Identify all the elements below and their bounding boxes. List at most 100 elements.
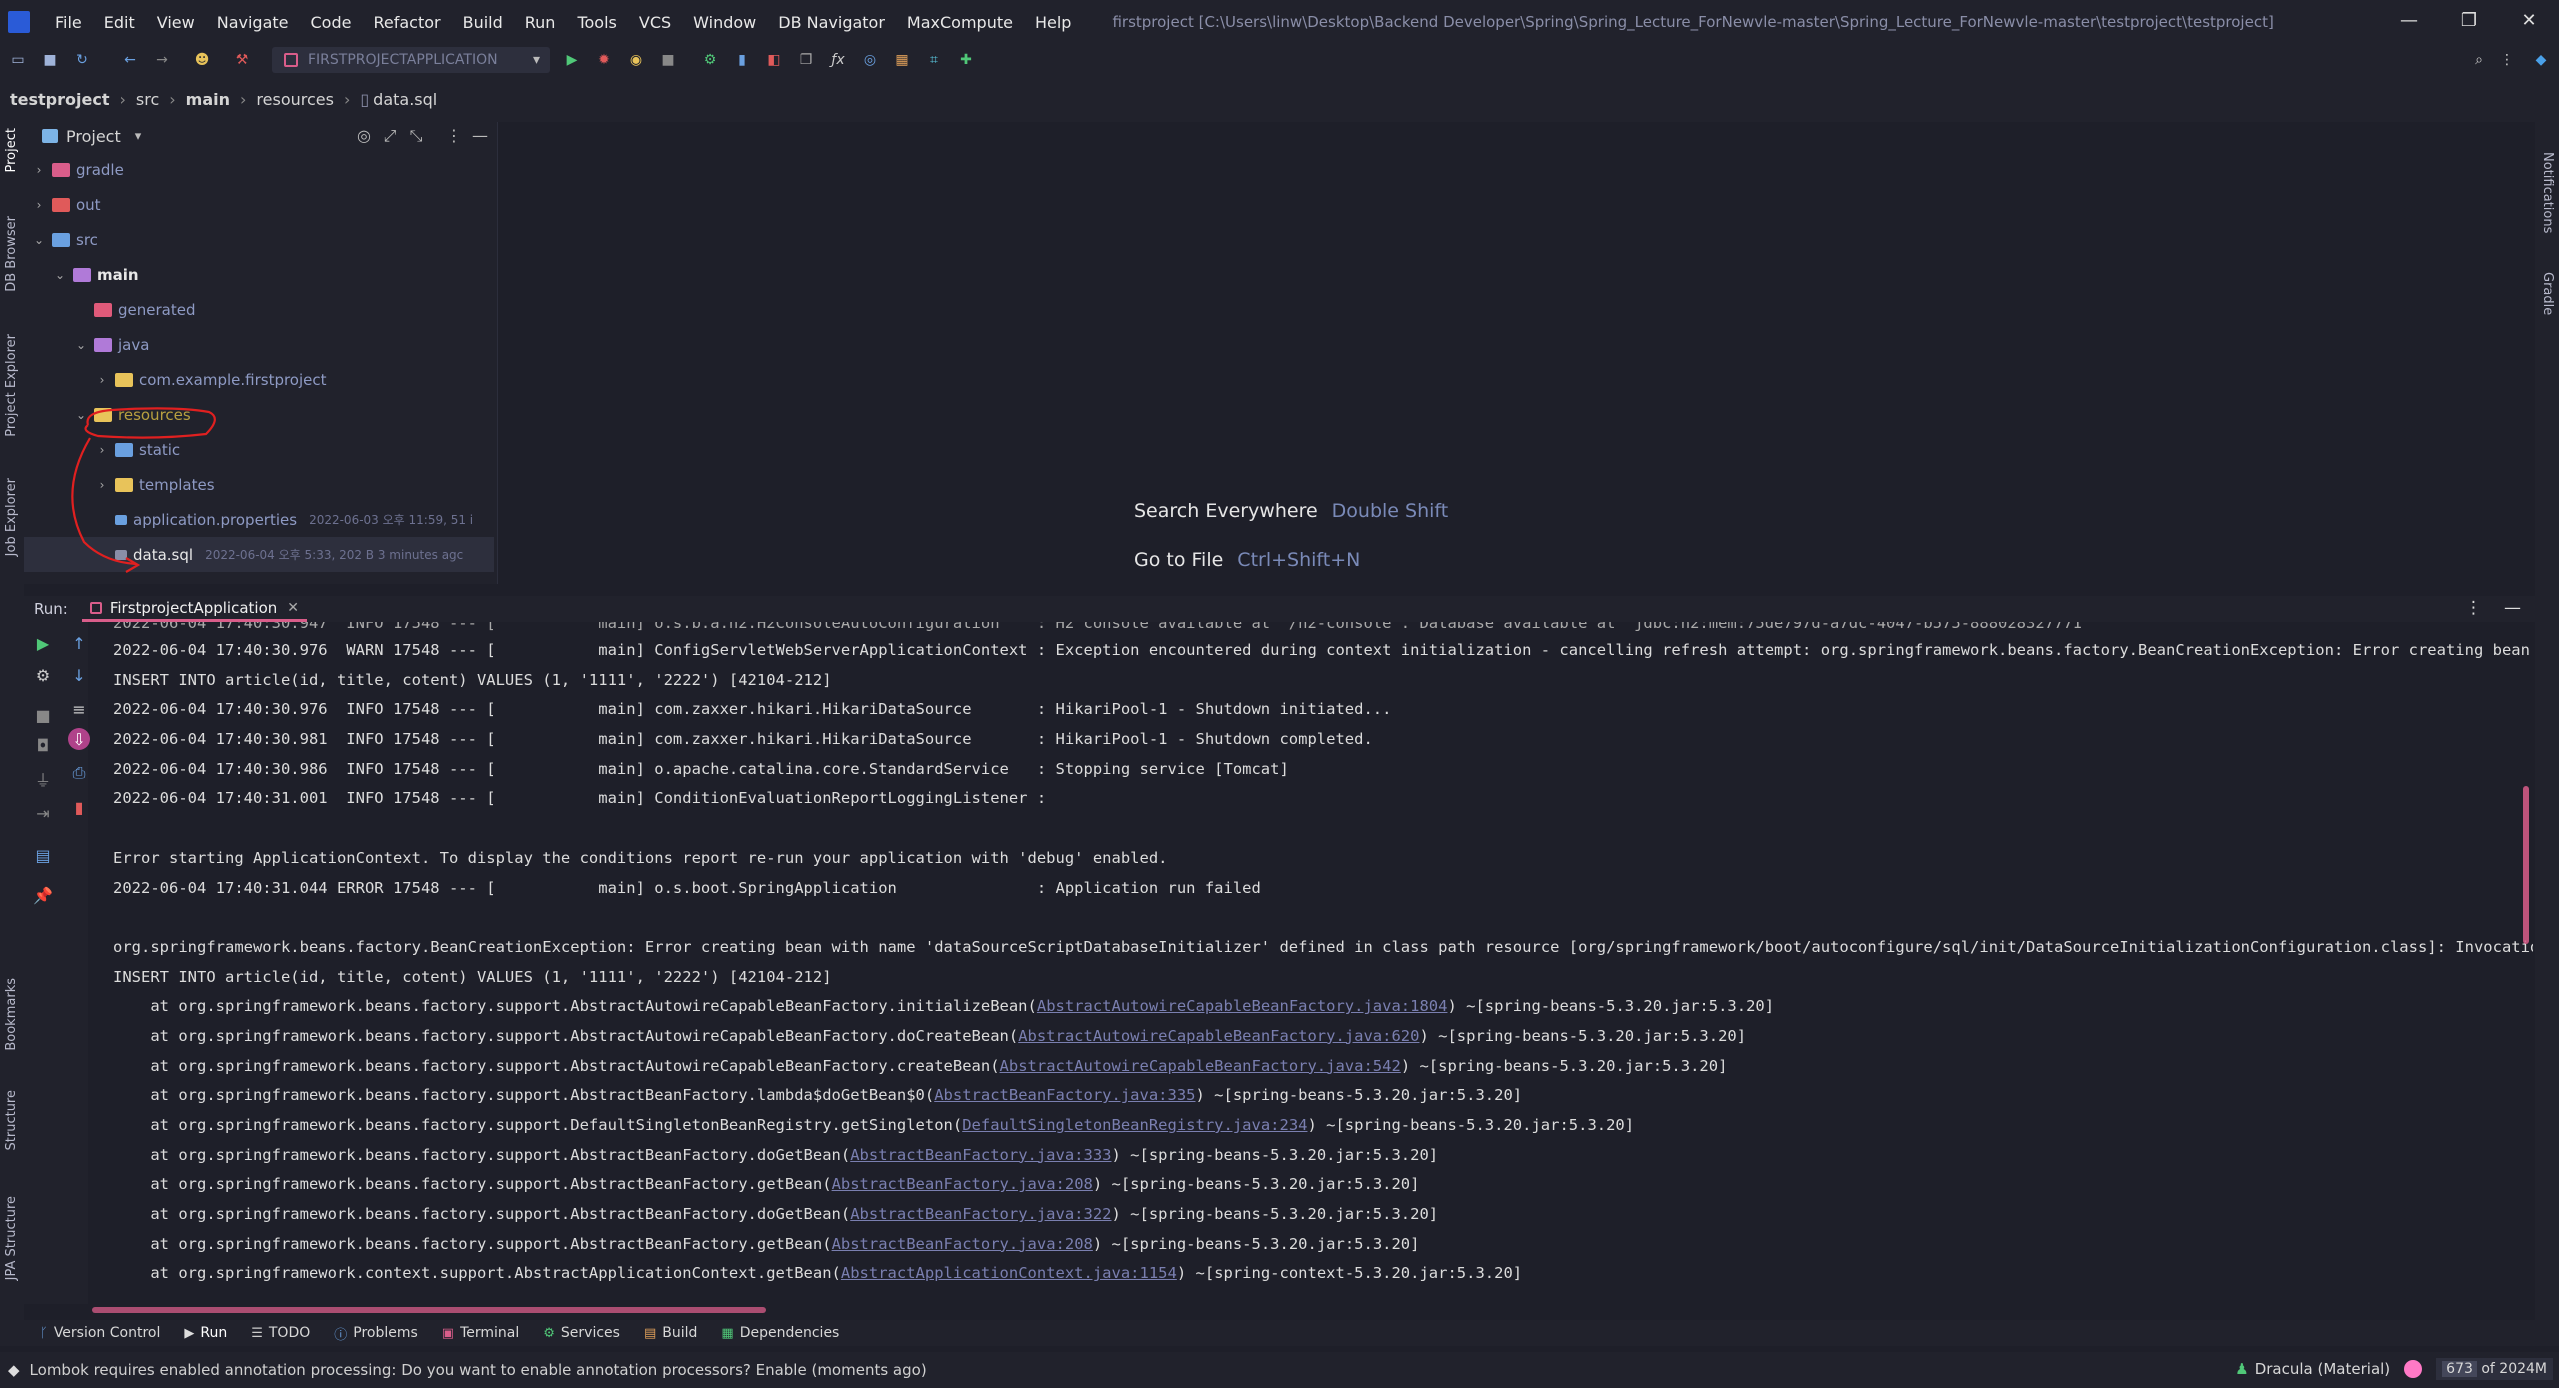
grid-icon[interactable]: ▦ <box>892 50 912 70</box>
tool-window-bookmarks[interactable]: Bookmarks <box>4 978 19 1051</box>
tool-window-structure[interactable]: Structure <box>4 1090 19 1150</box>
stacktrace-link[interactable]: AbstractAutowireCapableBeanFactory.java:… <box>1000 1057 1401 1075</box>
menu-refactor[interactable]: Refactor <box>362 13 451 32</box>
locate-icon[interactable]: ◎ <box>351 126 377 146</box>
tool-window-project-explorer[interactable]: Project Explorer <box>4 334 19 437</box>
menu-view[interactable]: View <box>146 13 206 32</box>
tool-window-notifications[interactable]: Notifications <box>2540 152 2555 233</box>
menu-tools[interactable]: Tools <box>566 13 627 32</box>
stacktrace-link[interactable]: AbstractBeanFactory.java:335 <box>934 1086 1195 1104</box>
tree-item-data-sql[interactable]: data.sql 2022-06-04 오후 5:33, 202 B 3 minu… <box>24 537 494 572</box>
chevron-right-icon[interactable]: › <box>32 163 46 177</box>
scroll-up-icon[interactable]: ↑ <box>68 632 90 654</box>
menu-code[interactable]: Code <box>300 13 363 32</box>
run-config-select[interactable]: FIRSTPROJECTAPPLICATION ▾ <box>272 47 550 73</box>
scroll-down-icon[interactable]: ↓ <box>68 664 90 686</box>
open-folder-icon[interactable]: ▭ <box>8 50 28 70</box>
tree-item-templates[interactable]: › templates <box>24 467 494 502</box>
tool-window-gradle[interactable]: Gradle <box>2540 272 2555 315</box>
tree-item-resources[interactable]: ⌄ resources <box>24 397 494 432</box>
tab-services[interactable]: ⚙ Services <box>543 1325 620 1341</box>
breadcrumb-src[interactable]: src <box>136 90 159 109</box>
breadcrumb-resources[interactable]: resources <box>256 90 334 109</box>
back-icon[interactable]: ← <box>120 50 140 70</box>
tree-item-static[interactable]: › static <box>24 432 494 467</box>
exit-icon[interactable]: ⇥ <box>32 802 54 824</box>
more-options-icon[interactable]: ⋮ <box>2497 50 2517 70</box>
chevron-down-icon[interactable]: ⌄ <box>74 408 88 422</box>
sync-icon[interactable]: ↻ <box>72 50 92 70</box>
menu-run[interactable]: Run <box>514 13 567 32</box>
menu-maxcompute[interactable]: MaxCompute <box>896 13 1024 32</box>
hammer-icon[interactable]: ⚒ <box>232 50 252 70</box>
options-icon[interactable]: ⋮ <box>2465 598 2482 618</box>
pin-icon[interactable]: 📌 <box>32 884 54 906</box>
debug-icon[interactable]: ✹ <box>594 50 614 70</box>
clear-icon[interactable]: ▮ <box>68 796 90 818</box>
tool-window-db-browser[interactable]: DB Browser <box>4 216 19 292</box>
run-icon[interactable]: ▶ <box>562 50 582 70</box>
options-icon[interactable]: ⋮ <box>441 126 467 146</box>
tree-item-java[interactable]: ⌄ java <box>24 327 494 362</box>
chevron-down-icon[interactable]: ▾ <box>135 129 142 144</box>
menu-vcs[interactable]: VCS <box>628 13 682 32</box>
tab-version-control[interactable]: ᚴ Version Control <box>40 1325 160 1341</box>
diff-icon[interactable]: ◧ <box>764 50 784 70</box>
console-output[interactable]: 2022-06-04 17:40:30.947 INFO 17548 --- [… <box>113 622 2533 1296</box>
chevron-right-icon[interactable]: › <box>95 443 109 457</box>
minimize-button[interactable]: — <box>2379 0 2439 40</box>
menu-file[interactable]: File <box>44 13 93 32</box>
chevron-down-icon[interactable]: ⌄ <box>74 338 88 352</box>
vcs-icon[interactable]: ⚙ <box>700 50 720 70</box>
close-button[interactable]: ✕ <box>2499 0 2559 40</box>
ide-logo-icon[interactable]: ◆ <box>2531 50 2551 70</box>
stop-icon[interactable]: ■ <box>658 50 678 70</box>
menu-navigate[interactable]: Navigate <box>206 13 300 32</box>
chevron-right-icon[interactable]: › <box>95 478 109 492</box>
target-icon[interactable]: ◎ <box>860 50 880 70</box>
stop-icon[interactable]: ■ <box>32 704 54 726</box>
chevron-right-icon[interactable]: › <box>95 373 109 387</box>
chevron-down-icon[interactable]: ⌄ <box>53 268 67 282</box>
stacktrace-link[interactable]: AbstractBeanFactory.java:208 <box>832 1175 1093 1193</box>
breadcrumb-main[interactable]: main <box>186 90 230 109</box>
layout-icon[interactable]: ▤ <box>32 844 54 866</box>
collapse-all-icon[interactable]: ⤡ <box>403 126 429 146</box>
menu-build[interactable]: Build <box>452 13 514 32</box>
tab-terminal[interactable]: ▣ Terminal <box>442 1325 519 1341</box>
copy-icon[interactable]: ❐ <box>796 50 816 70</box>
chevron-down-icon[interactable]: ⌄ <box>32 233 46 247</box>
menu-edit[interactable]: Edit <box>93 13 146 32</box>
stacktrace-link[interactable]: AbstractAutowireCapableBeanFactory.java:… <box>1018 1027 1419 1045</box>
soft-wrap-icon[interactable]: ≡ <box>68 698 90 720</box>
function-icon[interactable]: ƒx <box>828 50 848 70</box>
console-horizontal-scrollbar[interactable] <box>92 1307 766 1313</box>
tree-item-gradle[interactable]: › gradle <box>24 152 494 187</box>
plug-icon[interactable]: ⏚ <box>32 768 54 790</box>
tree-item-out[interactable]: › out <box>24 187 494 222</box>
menu-window[interactable]: Window <box>682 13 767 32</box>
project-panel-title[interactable]: Project <box>66 127 121 146</box>
tool-window-project[interactable]: Project <box>4 128 19 172</box>
stacktrace-link[interactable]: AbstractAutowireCapableBeanFactory.java:… <box>1037 997 1448 1015</box>
breadcrumb-file[interactable]: data.sql <box>373 90 437 109</box>
stacktrace-link[interactable]: AbstractApplicationContext.java:1154 <box>841 1264 1177 1282</box>
tree-item-com-example-firstproject[interactable]: › com.example.firstproject <box>24 362 494 397</box>
restore-button[interactable]: ❐ <box>2439 0 2499 40</box>
tab-build[interactable]: ▤ Build <box>644 1325 697 1341</box>
save-icon[interactable]: ■ <box>40 50 60 70</box>
tree-item-src[interactable]: ⌄ src <box>24 222 494 257</box>
database-icon[interactable]: ▮ <box>732 50 752 70</box>
tab-dependencies[interactable]: ▦ Dependencies <box>721 1325 839 1341</box>
stacktrace-link[interactable]: AbstractBeanFactory.java:333 <box>850 1146 1111 1164</box>
theme-color-dot[interactable] <box>2404 1360 2423 1378</box>
tree-item-generated[interactable]: generated <box>24 292 494 327</box>
scroll-to-end-icon[interactable]: ⇩ <box>68 728 90 750</box>
tab-run[interactable]: ▶ Run <box>184 1325 227 1341</box>
console-vertical-scrollbar[interactable] <box>2523 786 2529 944</box>
close-tab-icon[interactable]: ✕ <box>287 600 299 616</box>
tool-window-job-explorer[interactable]: Job Explorer <box>4 478 19 556</box>
menu-db-navigator[interactable]: DB Navigator <box>767 13 896 32</box>
tree-item-application-properties[interactable]: application.properties 2022-06-03 오후 11:5… <box>24 502 494 537</box>
layout-icon[interactable]: ⌗ <box>924 50 944 70</box>
